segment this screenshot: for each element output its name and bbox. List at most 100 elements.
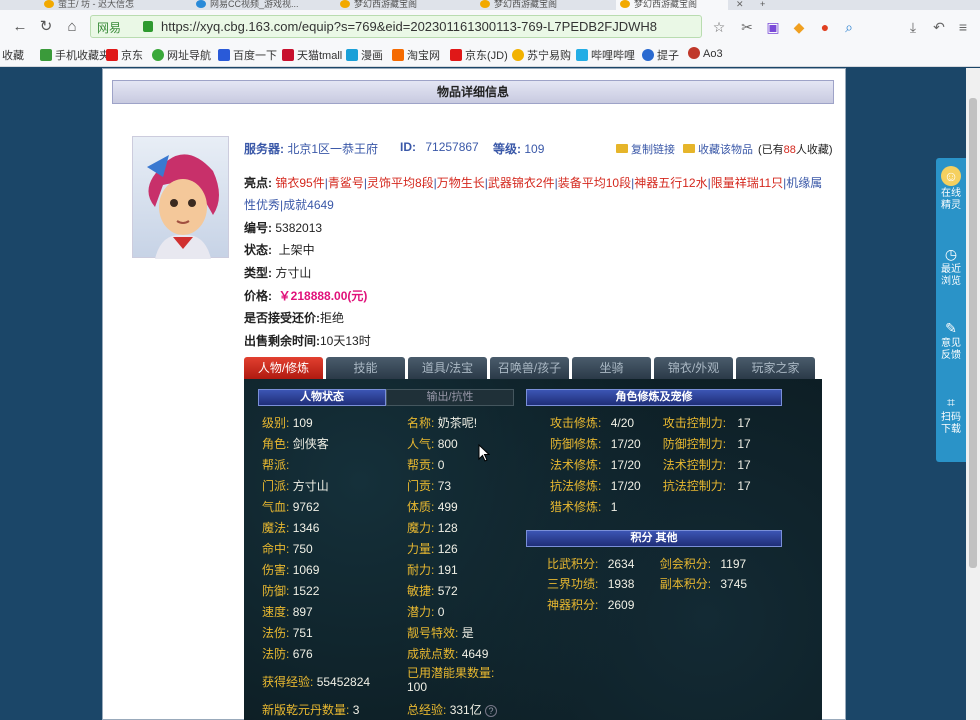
reload-icon[interactable]: ↻ <box>36 17 56 37</box>
bookmark-star-icon[interactable]: ☆ <box>710 18 728 36</box>
stat-row: 新版乾元丹数量: 3 <box>262 703 360 717</box>
counter-offer-value: 拒绝 <box>320 311 345 325</box>
highlight-tag[interactable]: 神器五行12水 <box>634 176 707 190</box>
counter-offer-row: 是否接受还价:拒绝 <box>244 311 345 325</box>
level-label: 等级: <box>493 142 521 156</box>
character-avatar <box>132 136 229 259</box>
browser-tab[interactable]: 网易CC视频_游戏视... <box>192 0 312 10</box>
page-scrollbar[interactable] <box>966 68 980 720</box>
stat-row: 耐力: 191 <box>407 563 458 577</box>
scrollbar-thumb[interactable] <box>969 98 977 568</box>
online-sprite-button[interactable]: ☺ 在线精灵 <box>936 166 966 212</box>
tab-skills[interactable]: 技能 <box>326 357 405 379</box>
highlight-tag[interactable]: 万物生长 <box>437 176 485 190</box>
highlight-tag[interactable]: 青鲨号 <box>328 176 364 190</box>
section-header-status[interactable]: 人物状态 <box>258 389 386 406</box>
browser-tab-active[interactable]: 梦幻西游藏宝阁 <box>616 0 728 10</box>
bookmark-item[interactable]: 收藏 <box>2 47 24 63</box>
tab-favicon <box>44 0 54 8</box>
bookmark-item[interactable]: 京东(JD) <box>450 47 508 63</box>
serial-value: 5382013 <box>275 221 323 235</box>
bookmark-item[interactable]: 提子 <box>642 47 679 63</box>
stat-row: 级别: 109 <box>262 416 313 430</box>
type-row: 类型: 方寸山 <box>244 266 312 280</box>
serial-row: 编号: 5382013 <box>244 221 323 235</box>
section-header-score: 积分 其他 <box>526 530 782 547</box>
extension-icon[interactable]: ▣ <box>764 18 782 36</box>
help-icon[interactable]: ? <box>485 705 498 717</box>
recent-browse-button[interactable]: ◷ 最近浏览 <box>936 246 966 288</box>
browser-tab[interactable]: 梦幻西游藏宝阁 <box>336 0 456 10</box>
tab-home[interactable]: 玩家之家 <box>736 357 815 379</box>
detail-tabs: 人物/修炼 技能 道具/法宝 召唤兽/孩子 坐骑 锦衣/外观 玩家之家 <box>244 357 822 379</box>
section-header-output[interactable]: 输出/抗性 <box>386 389 514 406</box>
favorite-count-number: 88 <box>783 144 796 156</box>
mouse-cursor-icon <box>478 444 490 462</box>
feedback-button[interactable]: ✎ 意见反馈 <box>936 320 966 362</box>
stat-row: 法防: 676 <box>262 647 313 661</box>
shield-icon[interactable]: ◆ <box>790 18 808 36</box>
highlight-tag[interactable]: 装备平均10段 <box>558 176 631 190</box>
url-text[interactable]: https://xyq.cbg.163.com/equip?s=769&eid=… <box>161 19 696 34</box>
training-row: 攻击修炼: 4/20 攻击控制力: 17 <box>550 416 751 430</box>
score-row: 比武积分: 2634 剑会积分: 1197 <box>547 557 747 571</box>
lock-icon <box>143 21 153 32</box>
price-value: ￥218888.00(元) <box>278 289 368 303</box>
highlight-tag[interactable]: 武器锦衣2件 <box>488 176 555 190</box>
bookmark-item[interactable]: 哔哩哔哩 <box>576 47 635 63</box>
highlight-tag[interactable]: 灵饰平均8段 <box>367 176 434 190</box>
stat-row: 敏捷: 572 <box>407 584 458 598</box>
bookmark-item[interactable]: 苏宁易购 <box>512 47 571 63</box>
url-bar[interactable]: 网易 https://xyq.cbg.163.com/equip?s=769&e… <box>90 15 702 38</box>
close-tab-icon[interactable]: ✕ <box>736 0 744 9</box>
browser-tab[interactable]: 萤王/ 坊 - 迟大信怎 <box>40 0 160 10</box>
stat-row: 角色: 剑侠客 <box>262 437 329 451</box>
stat-row: 人气: 800 <box>407 437 458 451</box>
highlight-tag[interactable]: 成就4649 <box>283 198 334 212</box>
stat-row: 体质: 499 <box>407 500 458 514</box>
menu-icon[interactable]: ≡ <box>954 18 972 36</box>
scan-download-button[interactable]: ⌗ 扫码下载 <box>936 394 966 436</box>
bookmark-item[interactable]: 百度一下 <box>218 47 277 63</box>
clock-icon: ◷ <box>944 246 958 262</box>
id-info: ID: 71257867 <box>400 140 479 154</box>
copy-link[interactable]: 复制链接 <box>616 141 675 157</box>
undo-icon[interactable]: ↶ <box>930 18 948 36</box>
status-row: 状态: 上架中 <box>244 243 315 257</box>
browser-tab[interactable]: 梦幻西游藏宝阁 <box>476 0 596 10</box>
download-icon[interactable]: ⤓ <box>904 18 922 36</box>
bookmark-item[interactable]: 淘宝网 <box>392 47 440 63</box>
bookmark-item[interactable]: 网址导航 <box>152 47 211 63</box>
sprite-icon: ☺ <box>941 166 961 186</box>
tab-mounts[interactable]: 坐骑 <box>572 357 651 379</box>
bookmark-item[interactable]: 手机收藏夹 <box>40 47 110 63</box>
training-row: 防御修炼: 17/20 防御控制力: 17 <box>550 437 751 451</box>
tab-favicon <box>480 0 490 8</box>
stat-row: 总经验: 331亿 ? <box>407 701 498 718</box>
stat-row: 名称: 奶茶呢! <box>407 416 478 430</box>
score-row: 三界功绩: 1938 副本积分: 3745 <box>547 577 748 591</box>
bookmark-item[interactable]: Ao3 <box>688 47 723 60</box>
highlight-tag[interactable]: 锦衣95件 <box>275 176 324 190</box>
tab-character[interactable]: 人物/修炼 <box>244 357 323 379</box>
tab-appearance[interactable]: 锦衣/外观 <box>654 357 733 379</box>
bookmarks-bar: 收藏 手机收藏夹 京东 网址导航 百度一下 天猫tmall 漫画 淘宝网 京东(… <box>0 43 980 67</box>
highlight-tag[interactable]: 限量祥瑞11只 <box>711 176 783 190</box>
bookmark-item[interactable]: 天猫tmall <box>282 47 342 63</box>
gamepad-icon[interactable]: ● <box>816 18 834 36</box>
stat-row: 命中: 750 <box>262 542 313 556</box>
bookmark-item[interactable]: 漫画 <box>346 47 383 63</box>
home-icon[interactable]: ⌂ <box>62 17 82 37</box>
tab-pets[interactable]: 召唤兽/孩子 <box>490 357 569 379</box>
remaining-time-value: 10天13时 <box>320 334 371 348</box>
tab-favicon <box>196 0 206 8</box>
back-icon[interactable]: ← <box>10 17 30 37</box>
favorite-count: (已有88人收藏) <box>758 144 833 156</box>
bookmark-item[interactable]: 京东 <box>106 47 143 63</box>
tab-items[interactable]: 道具/法宝 <box>408 357 487 379</box>
new-tab-icon[interactable]: + <box>760 0 774 10</box>
cut-icon[interactable]: ✂ <box>738 18 756 36</box>
search-icon[interactable]: ⌕ <box>840 18 858 36</box>
stat-row: 伤害: 1069 <box>262 563 320 577</box>
favorite-button[interactable]: 收藏该物品 <box>683 141 753 157</box>
